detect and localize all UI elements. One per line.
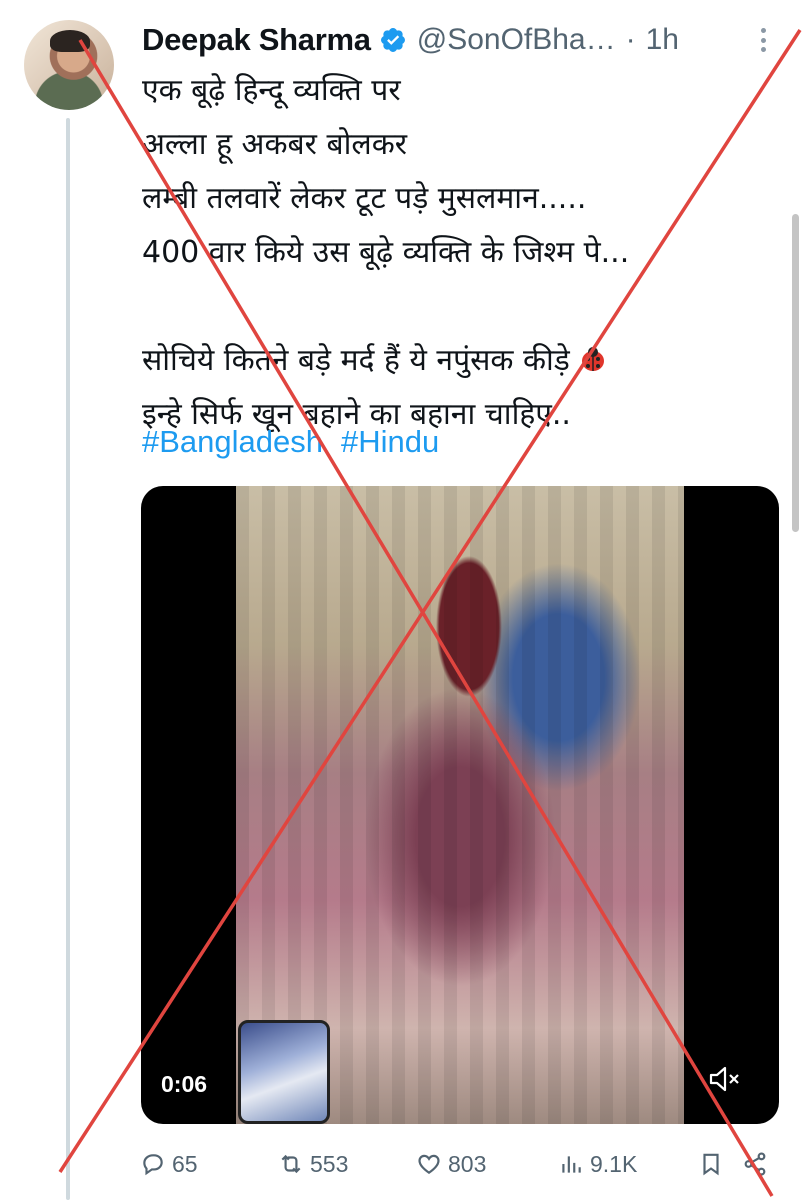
- views-button[interactable]: 9.1K: [558, 1144, 637, 1184]
- reply-icon: [143, 1154, 163, 1176]
- author-name[interactable]: Deepak Sharma: [142, 22, 371, 58]
- muted-speaker-icon[interactable]: [707, 1064, 741, 1094]
- video-player[interactable]: 0:06: [141, 486, 779, 1124]
- author-handle[interactable]: @SonOfBha…: [417, 23, 616, 57]
- tweet-time[interactable]: 1h: [646, 23, 679, 57]
- ladybug-icon: [581, 347, 604, 371]
- like-button[interactable]: 803: [416, 1144, 486, 1184]
- video-inset-thumbnail: [238, 1020, 330, 1124]
- tweet-text-line: अल्ला हू अकबर बोलकर: [142, 127, 408, 162]
- verified-badge-icon: [380, 28, 405, 52]
- repost-count: 553: [310, 1150, 349, 1177]
- scrollbar-thumb[interactable]: [792, 214, 799, 532]
- tweet-text-line: लम्बी तलवारें लेकर टूट पड़े मुसलमान.....: [142, 181, 587, 216]
- views-chart-icon: [562, 1156, 581, 1173]
- repost-button[interactable]: 553: [278, 1144, 348, 1184]
- bookmark-button[interactable]: [698, 1144, 730, 1184]
- hashtag-link[interactable]: #Hindu: [341, 424, 439, 460]
- hashtags: #Bangladesh #Hindu: [142, 424, 439, 460]
- tweet-text-line: 400 वार किये उस बूढ़े व्यक्ति के जिश्म प…: [142, 235, 630, 270]
- share-icon: [744, 1152, 766, 1176]
- share-button[interactable]: [742, 1144, 774, 1184]
- reply-count: 65: [172, 1150, 198, 1177]
- tweet-text-line: एक बूढ़े हिन्दू व्यक्ति पर: [142, 73, 401, 108]
- author-avatar[interactable]: [24, 20, 114, 110]
- bookmark-icon: [703, 1153, 719, 1176]
- tweet-text: एक बूढ़े हिन्दू व्यक्ति पर अल्ला हू अकबर…: [142, 64, 772, 442]
- hashtag-link[interactable]: #Bangladesh: [142, 424, 323, 460]
- thread-connector-line: [66, 118, 70, 1200]
- tweet-text-segment: सोचिये कितने बड़े मर्द हैं ये नपुंसक कीड…: [142, 343, 570, 378]
- video-duration: 0:06: [161, 1071, 208, 1097]
- like-count: 803: [448, 1150, 487, 1177]
- heart-icon: [418, 1154, 440, 1174]
- tweet-text-line: सोचिये कितने बड़े मर्द हैं ये नपुंसक कीड…: [142, 334, 772, 388]
- views-count: 9.1K: [590, 1150, 638, 1177]
- reply-button[interactable]: 65: [140, 1144, 198, 1184]
- header-separator: ·: [625, 23, 636, 56]
- repost-icon: [281, 1154, 301, 1174]
- more-options-icon[interactable]: [752, 22, 774, 58]
- tweet-actions: 65 553 803 9.1K: [140, 1144, 780, 1184]
- tweet-header: Deepak Sharma @SonOfBha… · 1h: [142, 18, 782, 62]
